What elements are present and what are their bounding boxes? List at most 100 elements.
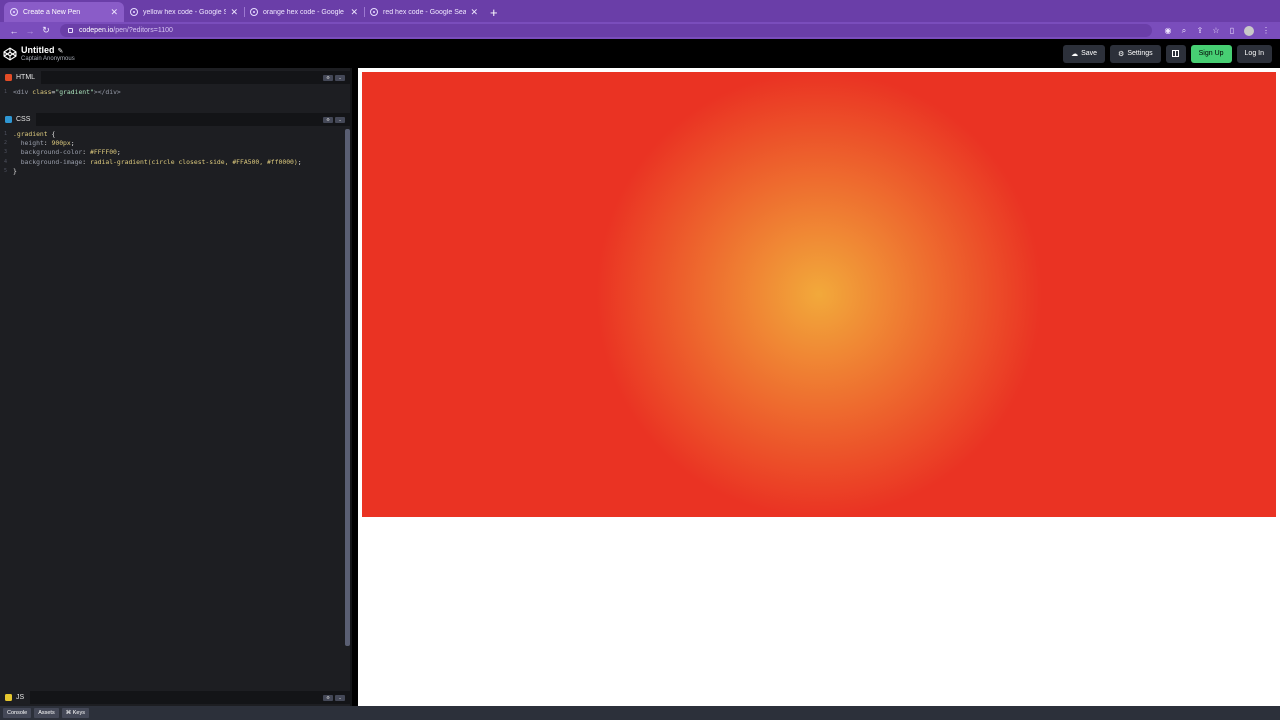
close-icon[interactable]: ✕ <box>350 7 358 18</box>
pen-author: Captain Anonymous <box>21 56 75 62</box>
line-number: 4 <box>3 158 7 165</box>
back-arrow-icon[interactable]: ← <box>6 26 22 36</box>
code-token: ; <box>116 148 121 157</box>
browser-tab-2[interactable]: orange hex code - Google Sea ✕ <box>244 2 364 22</box>
chevron-down-icon[interactable]: ⌄ <box>335 116 345 123</box>
tab-label: Create a New Pen <box>23 8 81 16</box>
code-line: 1 <div class = "gradient" ></div> <box>0 87 346 96</box>
codepen-logo-icon[interactable] <box>3 46 17 61</box>
plus-icon[interactable]: + <box>490 2 498 22</box>
lock-icon <box>68 28 73 33</box>
settings-button[interactable]: ⚙ Settings <box>1110 44 1161 63</box>
html-editor-tab[interactable]: HTML <box>0 71 42 84</box>
pencil-icon[interactable]: ✎ <box>58 48 64 55</box>
reload-icon[interactable]: ↻ <box>38 25 54 36</box>
html-code-area[interactable]: 1 <div class = "gradient" ></div> <box>0 87 346 112</box>
tab-label: yellow hex code - Google Sea <box>143 8 227 16</box>
layout-icon <box>1172 50 1180 57</box>
gradient-box <box>362 72 1276 517</box>
forward-arrow-icon[interactable]: → <box>22 26 38 36</box>
gear-icon[interactable]: ⚙ <box>323 116 333 123</box>
code-line: 2 height: 900px; <box>0 138 346 147</box>
google-favicon-icon <box>370 8 378 16</box>
line-number: 5 <box>3 168 7 175</box>
line-number: 1 <box>3 88 7 95</box>
html-editor-label: HTML <box>16 74 36 81</box>
js-editor-label: JS <box>16 694 25 701</box>
tab-label: orange hex code - Google Sea <box>263 8 346 16</box>
code-token: { <box>47 129 56 138</box>
code-line: 4 background-image: radial-gradient(circ… <box>0 157 346 166</box>
browser-tab-bar: Create a New Pen ✕ yellow hex code - Goo… <box>0 0 1280 22</box>
console-button[interactable]: Console <box>3 708 32 718</box>
editors-panel: HTML ⚙ ⌄ 1 <div class = "gradient" ></div> C… <box>0 68 352 706</box>
css-code-area[interactable]: 1 .gradient { 2 height: 900px; 3 backgrou… <box>0 129 346 689</box>
pen-title[interactable]: Untitled ✎ <box>21 45 75 55</box>
assets-button[interactable]: Assets <box>34 708 59 718</box>
code-token: ; <box>297 157 302 166</box>
save-button[interactable]: ☁ Save <box>1063 44 1106 63</box>
css-badge-icon <box>5 116 12 123</box>
html-badge-icon <box>5 74 12 81</box>
share-icon[interactable]: ⇪ <box>1192 26 1208 35</box>
sign-up-button[interactable]: Sign Up <box>1190 44 1232 63</box>
browser-tab-1[interactable]: yellow hex code - Google Sea ✕ <box>124 2 244 22</box>
line-number: 2 <box>3 140 7 147</box>
css-editor-tab[interactable]: CSS <box>0 113 37 126</box>
chevron-down-icon[interactable]: ⌄ <box>335 74 345 81</box>
code-token: #FFFF00 <box>89 148 117 157</box>
browser-toolbar-icons: ◉ ⌕ ⇪ ☆ ▯ ⋮ <box>1160 25 1274 36</box>
browser-tab-3[interactable]: red hex code - Google Search ✕ <box>364 2 484 22</box>
html-editor-controls: ⚙ ⌄ <box>321 74 345 81</box>
code-token: radial-gradient(circle closest-side, #FF… <box>89 157 298 166</box>
codepen-header: Untitled ✎ Captain Anonymous ☁ Save ⚙ Setti… <box>0 39 1280 68</box>
google-favicon-icon <box>250 8 258 16</box>
kebab-menu-icon[interactable]: ⋮ <box>1258 26 1274 35</box>
chevron-down-icon[interactable]: ⌄ <box>335 694 345 701</box>
js-editor-header: JS ⚙ ⌄ <box>0 691 350 704</box>
gear-icon[interactable]: ⚙ <box>323 694 333 701</box>
code-token: : <box>82 148 90 157</box>
close-icon[interactable]: ✕ <box>230 7 238 18</box>
url-input[interactable]: codepen.io/pen/?editors=1100 <box>60 24 1152 37</box>
sidebar-icon[interactable]: ▯ <box>1224 26 1240 35</box>
browser-tab-0[interactable]: Create a New Pen ✕ <box>4 2 124 22</box>
layout-button[interactable] <box>1165 44 1186 63</box>
log-in-button[interactable]: Log In <box>1236 44 1272 63</box>
close-icon[interactable]: ✕ <box>470 7 478 18</box>
code-token: ; <box>70 139 75 148</box>
css-editor-label: CSS <box>16 116 31 123</box>
cloud-icon: ☁ <box>1071 50 1079 58</box>
code-line: 3 background-color: #FFFF00; <box>0 148 346 157</box>
code-token: } <box>13 167 17 176</box>
google-lens-icon[interactable]: ◉ <box>1160 26 1176 35</box>
pen-title-text: Untitled <box>21 45 55 55</box>
js-badge-icon <box>5 694 12 701</box>
css-editor-header: CSS ⚙ ⌄ <box>0 113 350 126</box>
line-number: 1 <box>3 130 7 137</box>
keys-button[interactable]: ⌘ Keys <box>61 708 89 718</box>
close-icon[interactable]: ✕ <box>110 7 118 18</box>
codepen-favicon-icon <box>10 8 18 16</box>
pen-title-block: Untitled ✎ Captain Anonymous <box>21 45 75 62</box>
code-line: 1 .gradient { <box>0 129 346 138</box>
line-number: 3 <box>3 149 7 156</box>
google-favicon-icon <box>130 8 138 16</box>
zoom-icon[interactable]: ⌕ <box>1176 26 1192 36</box>
code-token: background-color <box>20 148 83 157</box>
gear-icon[interactable]: ⚙ <box>323 74 333 81</box>
url-host: codepen.io <box>79 27 114 34</box>
profile-avatar[interactable] <box>1244 25 1254 36</box>
js-editor-tab[interactable]: JS <box>0 691 31 704</box>
code-token: ></div> <box>93 87 121 96</box>
bookmark-star-icon[interactable]: ☆ <box>1208 26 1224 35</box>
code-token: : <box>82 157 90 166</box>
code-token: height <box>20 139 44 148</box>
code-line: 5} <box>0 167 346 176</box>
tab-label: red hex code - Google Search <box>383 8 467 16</box>
bottom-bar: Console Assets ⌘ Keys <box>0 706 1280 720</box>
code-token: background-image <box>20 157 83 166</box>
settings-label: Settings <box>1127 50 1153 57</box>
code-token: "gradient" <box>55 87 94 96</box>
header-actions: ☁ Save ⚙ Settings Sign Up Log In <box>1058 44 1272 63</box>
